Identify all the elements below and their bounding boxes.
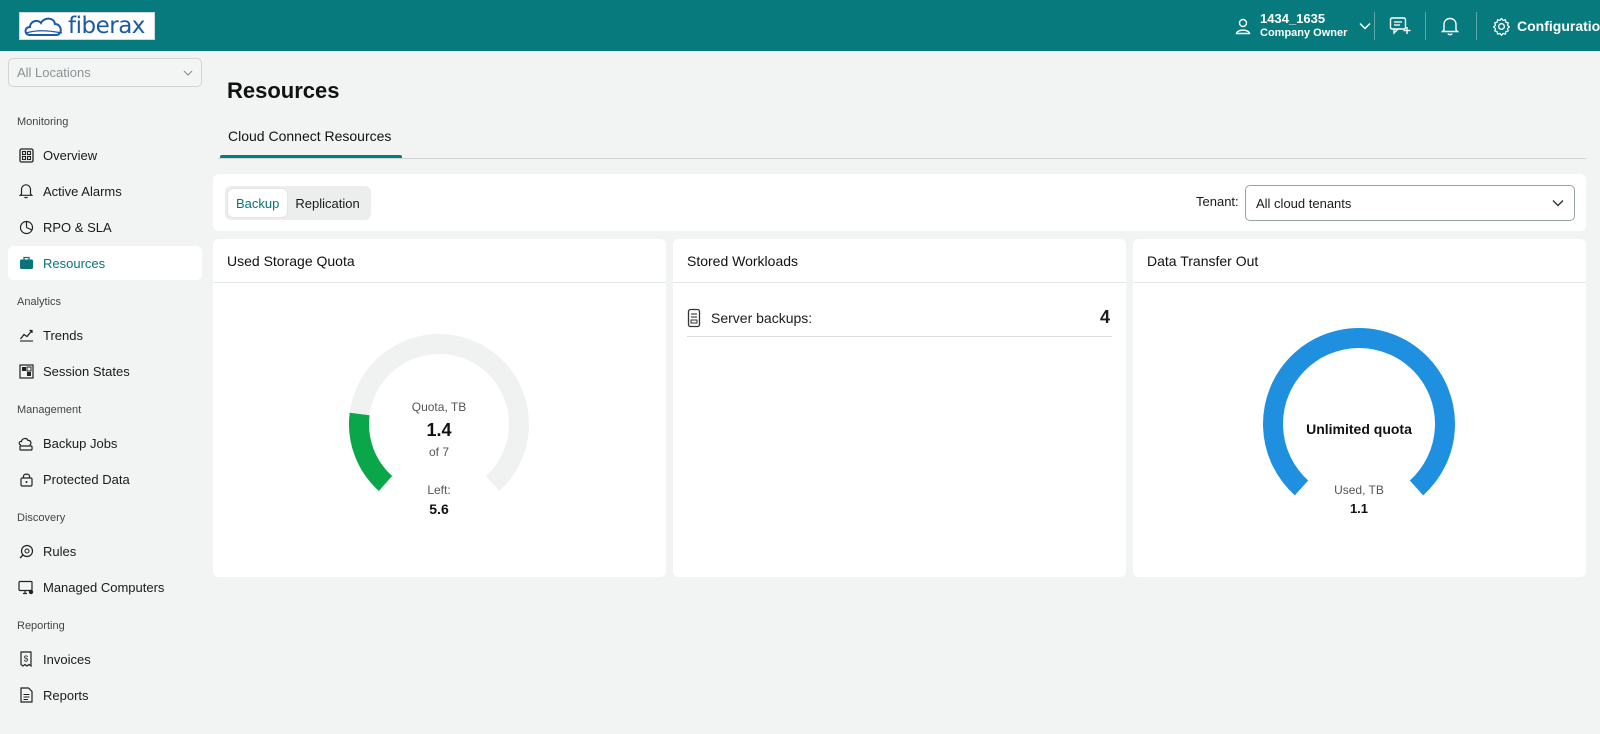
sidebar-item-label: Invoices [43,651,91,667]
sidebar-item-label: Active Alarms [43,183,122,199]
segment-replication[interactable]: Replication [287,189,367,217]
segment-backup[interactable]: Backup [228,189,288,217]
header-divider [1476,12,1477,40]
logo-text: fiberax [68,13,145,39]
gauge-fill [349,412,393,491]
user-role: Company Owner [1260,27,1348,39]
gauge-used-value: 1.4 [426,420,451,440]
gauge-total: of 7 [429,445,449,459]
lock-icon [18,471,34,487]
sidebar-item-label: Overview [43,147,98,163]
location-select-value: All Locations [17,65,91,80]
tenant-label: Tenant: [1196,194,1239,209]
messages-button[interactable] [1389,13,1411,39]
sidebar-item-overview[interactable]: Overview [8,138,202,172]
notifications-button[interactable] [1441,13,1459,39]
bell-icon [18,183,34,199]
gauge-used-label: Used, TB [1334,483,1384,497]
transfer-gauge: Unlimited quota Used, TB 1.1 [1263,327,1455,516]
chevron-down-icon [1359,22,1371,30]
top-bar: fiberax 1434_1635 Company Owner Configur… [0,0,1600,51]
section-title-discovery: Discovery [17,512,66,524]
sidebar-item-label: Trends [43,327,83,343]
segmented-control: Backup Replication [225,186,371,220]
sidebar-item-label: Managed Computers [43,579,165,595]
backup-jobs-icon [18,435,34,451]
user-icon [1235,18,1251,35]
sidebar-item-label: Session States [43,363,130,379]
user-name: 1434_1635 [1260,11,1326,26]
sidebar-item-session-states[interactable]: Session States [8,354,202,388]
workload-label: Server backups: [711,309,813,326]
section-title-reporting: Reporting [17,620,65,632]
page-title: Resources [227,78,340,103]
invoice-icon: $ [18,651,34,667]
storage-gauge: Quota, TB 1.4 of 7 Left: 5.6 [349,334,529,517]
sidebar-item-label: Reports [43,687,89,703]
svg-text:$: $ [24,655,29,664]
sidebar-item-invoices[interactable]: $ Invoices [8,642,202,676]
configuration-label: Configuration [1517,18,1600,34]
pie-chart-icon [18,219,34,235]
card-used-storage-quota: Used Storage Quota Quota, TB 1.4 of 7 Le… [213,239,666,577]
sidebar-item-active-alarms[interactable]: Active Alarms [8,174,202,208]
header-divider [1374,12,1375,40]
gauge-left-label: Left: [427,483,450,497]
grid-icon [18,363,34,379]
card-data-transfer-out: Data Transfer Out Unlimited quota Used, … [1133,239,1586,577]
section-title-analytics: Analytics [17,296,62,308]
sidebar-item-trends[interactable]: Trends [8,318,202,352]
card-title: Stored Workloads [687,253,799,269]
card-stored-workloads: Stored Workloads Server backups: 4 [673,239,1126,577]
chevron-down-icon [183,70,193,76]
sidebar-item-label: Protected Data [43,471,130,487]
gauge-left-value: 5.6 [429,501,449,517]
user-menu[interactable]: 1434_1635 Company Owner [1234,10,1371,42]
card-title: Data Transfer Out [1147,253,1259,269]
resources-toolbar: Backup Replication Tenant: All cloud ten… [213,174,1586,231]
chevron-down-icon [1552,200,1564,207]
sidebar-item-label: RPO & SLA [43,219,112,235]
cloud-icon [24,17,63,36]
location-select[interactable]: All Locations [8,58,202,87]
gauge-fill [1263,327,1455,496]
sidebar-item-backup-jobs[interactable]: Backup Jobs [8,426,202,460]
gear-icon [1492,17,1511,36]
briefcase-icon [18,255,34,271]
list-item: Server backups: 4 [687,299,1112,337]
sidebar-item-reports[interactable]: Reports [8,678,202,712]
sidebar-item-label: Resources [43,255,106,271]
gauge-label: Quota, TB [412,400,466,414]
chat-add-icon [1389,17,1411,35]
sidebar-item-label: Rules [43,543,77,559]
sidebar-item-rules[interactable]: Rules [8,534,202,568]
sidebar-item-rpo-sla[interactable]: RPO & SLA [8,210,202,244]
sidebar-item-protected-data[interactable]: Protected Data [8,462,202,496]
fiberax-logo[interactable]: fiberax [19,12,155,40]
bell-icon [1441,17,1459,36]
configuration-button[interactable]: Configuration [1492,13,1600,39]
sidebar-item-label: Backup Jobs [43,435,118,451]
tenant-select-value: All cloud tenants [1256,195,1352,211]
gauge-used-value: 1.1 [1350,501,1368,516]
trend-icon [18,327,34,343]
server-icon [687,308,701,327]
report-icon [18,687,34,703]
computer-icon [18,579,34,595]
section-title-monitoring: Monitoring [17,116,69,128]
sidebar-item-resources[interactable]: Resources [8,246,202,280]
header-divider [1425,12,1426,40]
workload-count: 4 [1099,307,1110,327]
tenant-select[interactable]: All cloud tenants [1245,185,1575,221]
tab-cloud-connect-resources[interactable]: Cloud Connect Resources [220,128,399,158]
card-divider [673,282,1126,283]
card-title: Used Storage Quota [227,253,355,269]
sidebar-item-managed-computers[interactable]: Managed Computers [8,570,202,604]
rules-icon [18,543,34,559]
section-title-management: Management [17,404,82,416]
dashboard-icon [18,147,34,163]
gauge-center-label: Unlimited quota [1306,421,1412,437]
tab-divider [218,158,1586,159]
